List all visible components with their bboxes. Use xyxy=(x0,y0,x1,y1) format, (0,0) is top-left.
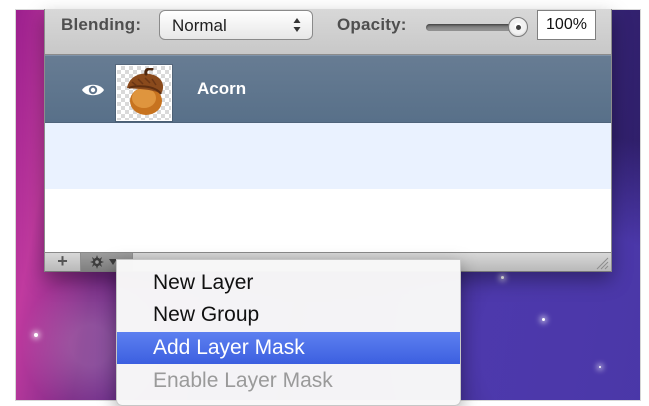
blending-mode-value: Normal xyxy=(172,16,227,35)
layer-name: Acorn xyxy=(197,79,247,98)
star-decoration xyxy=(501,276,504,279)
menu-item-new-layer[interactable]: New Layer xyxy=(117,267,460,299)
opacity-label: Opacity: xyxy=(337,15,407,34)
layers-toolbar: Blending: Normal Opacity: 100% xyxy=(45,9,611,55)
opacity-slider-track[interactable] xyxy=(426,24,518,31)
opacity-slider-knob[interactable] xyxy=(508,17,528,37)
eye-icon[interactable] xyxy=(81,81,105,99)
menu-item-add-layer-mask[interactable]: Add Layer Mask xyxy=(117,332,460,364)
star-decoration xyxy=(599,366,601,368)
empty-layer-row xyxy=(45,123,611,189)
layers-panel: Blending: Normal Opacity: 100% Acorn + xyxy=(44,9,612,272)
empty-layer-row xyxy=(45,189,611,252)
opacity-field[interactable]: 100% xyxy=(537,10,596,40)
blending-mode-select[interactable]: Normal xyxy=(159,10,313,40)
gear-dropdown-menu: New Layer New Group Add Layer Mask Enabl… xyxy=(116,259,461,406)
star-decoration xyxy=(34,333,38,337)
add-layer-button[interactable]: + xyxy=(45,252,81,271)
menu-item-new-group[interactable]: New Group xyxy=(117,299,460,331)
star-decoration xyxy=(542,318,545,321)
menu-item-enable-layer-mask: Enable Layer Mask xyxy=(153,369,333,392)
frame-border-right xyxy=(640,9,641,401)
acorn-thumbnail-icon[interactable] xyxy=(116,65,172,121)
updown-icon xyxy=(293,18,301,32)
acorn-icon xyxy=(127,68,164,115)
blending-label: Blending: xyxy=(61,15,142,34)
layer-list: Acorn xyxy=(45,55,611,252)
layer-row-acorn[interactable]: Acorn xyxy=(45,55,611,123)
resize-grip-icon[interactable] xyxy=(595,256,609,270)
gear-icon xyxy=(90,255,104,269)
